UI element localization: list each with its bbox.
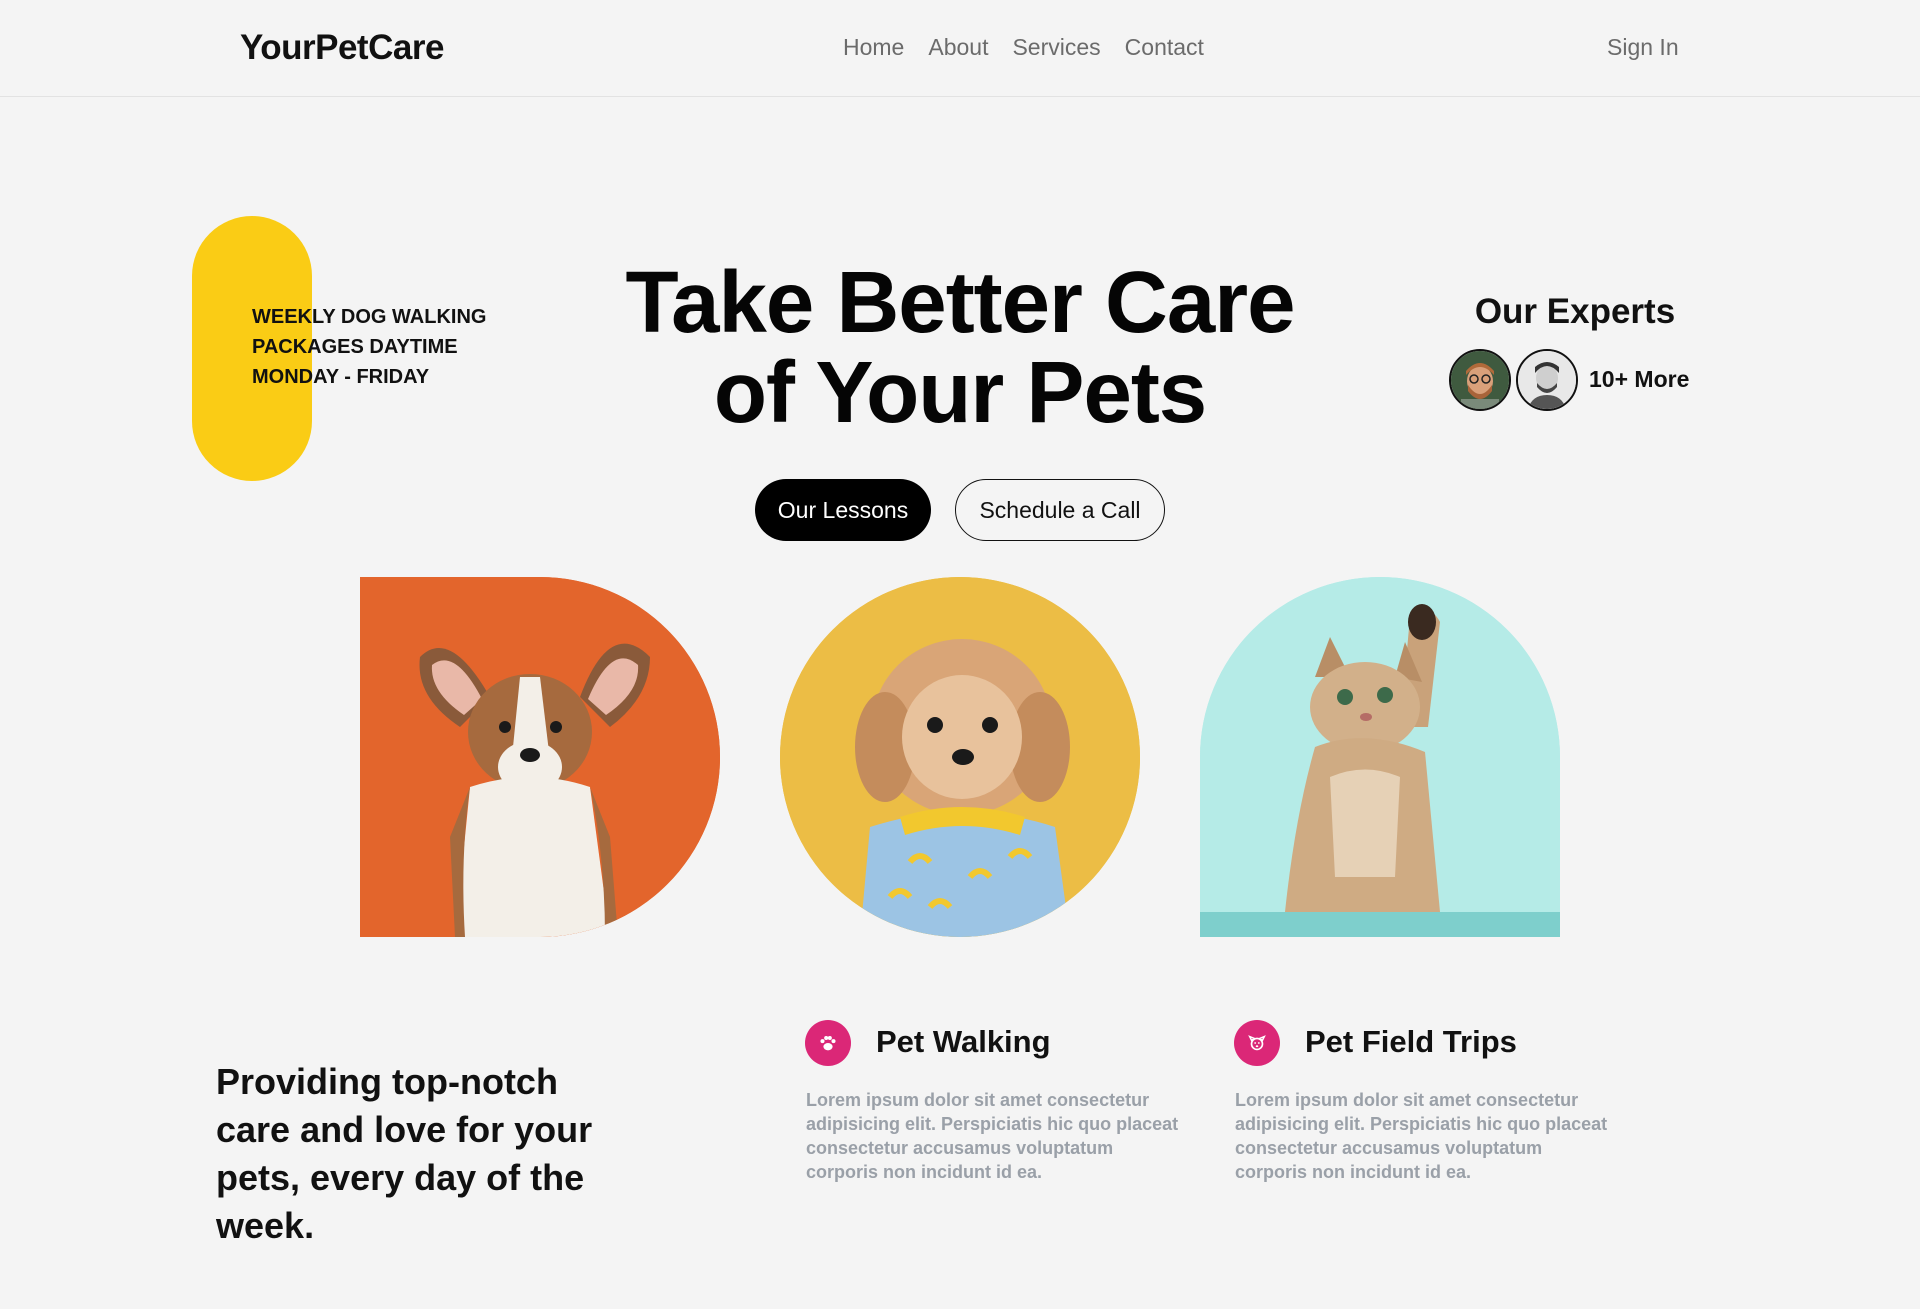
our-lessons-button[interactable]: Our Lessons bbox=[755, 479, 931, 541]
expert-avatar-1-image bbox=[1451, 351, 1509, 409]
expert-avatar-1[interactable] bbox=[1449, 349, 1511, 411]
service-desc-pet-field-trips: Lorem ipsum dolor sit amet consectetur a… bbox=[1235, 1090, 1608, 1182]
tagline: Providing top-notch care and love for yo… bbox=[216, 1061, 593, 1246]
pet-card-shih-tzu bbox=[780, 577, 1140, 937]
nav-links: Home About Services Contact bbox=[843, 34, 1204, 61]
nav-link-contact[interactable]: Contact bbox=[1125, 34, 1204, 61]
hero-title-line-2: of Your Pets bbox=[713, 344, 1207, 441]
dog-face-icon bbox=[1234, 1020, 1280, 1066]
service-title-pet-field-trips: Pet Field Trips bbox=[1305, 1024, 1517, 1059]
expert-avatar-2[interactable] bbox=[1516, 349, 1578, 411]
service-desc-pet-walking: Lorem ipsum dolor sit amet consectetur a… bbox=[806, 1090, 1179, 1182]
hero-title-line-1: Take Better Care bbox=[625, 254, 1295, 351]
shih-tzu-dog-image bbox=[780, 577, 1140, 937]
hero-note-line-2: PACKAGES DAYTIME bbox=[252, 336, 458, 358]
kitten-image bbox=[1200, 577, 1560, 937]
nav-link-services[interactable]: Services bbox=[1012, 34, 1100, 61]
site-logo[interactable]: YourPetCare bbox=[240, 28, 444, 68]
paw-icon bbox=[805, 1020, 851, 1066]
top-navbar: YourPetCare Home About Services Contact … bbox=[0, 0, 1920, 97]
nav-link-about[interactable]: About bbox=[928, 34, 988, 61]
experts-title: Our Experts bbox=[1474, 292, 1676, 331]
hero-note-line-1: WEEKLY DOG WALKING bbox=[252, 306, 487, 328]
expert-avatar-2-image bbox=[1518, 351, 1576, 409]
pet-card-corgi bbox=[360, 577, 720, 937]
schedule-call-button[interactable]: Schedule a Call bbox=[955, 479, 1165, 541]
experts-more-count[interactable]: 10+ More bbox=[1589, 366, 1689, 393]
hero-schedule-note: WEEKLY DOG WALKING PACKAGES DAYTIME MOND… bbox=[252, 302, 486, 392]
corgi-puppy-image bbox=[360, 577, 720, 937]
pet-card-kitten bbox=[1200, 577, 1560, 937]
hero-note-line-3: MONDAY - FRIDAY bbox=[252, 366, 430, 388]
hero-title: Take Better Care of Your Pets bbox=[560, 258, 1360, 438]
service-title-pet-walking: Pet Walking bbox=[876, 1024, 1051, 1059]
nav-link-home[interactable]: Home bbox=[843, 34, 904, 61]
sign-in-link[interactable]: Sign In bbox=[1607, 34, 1679, 61]
